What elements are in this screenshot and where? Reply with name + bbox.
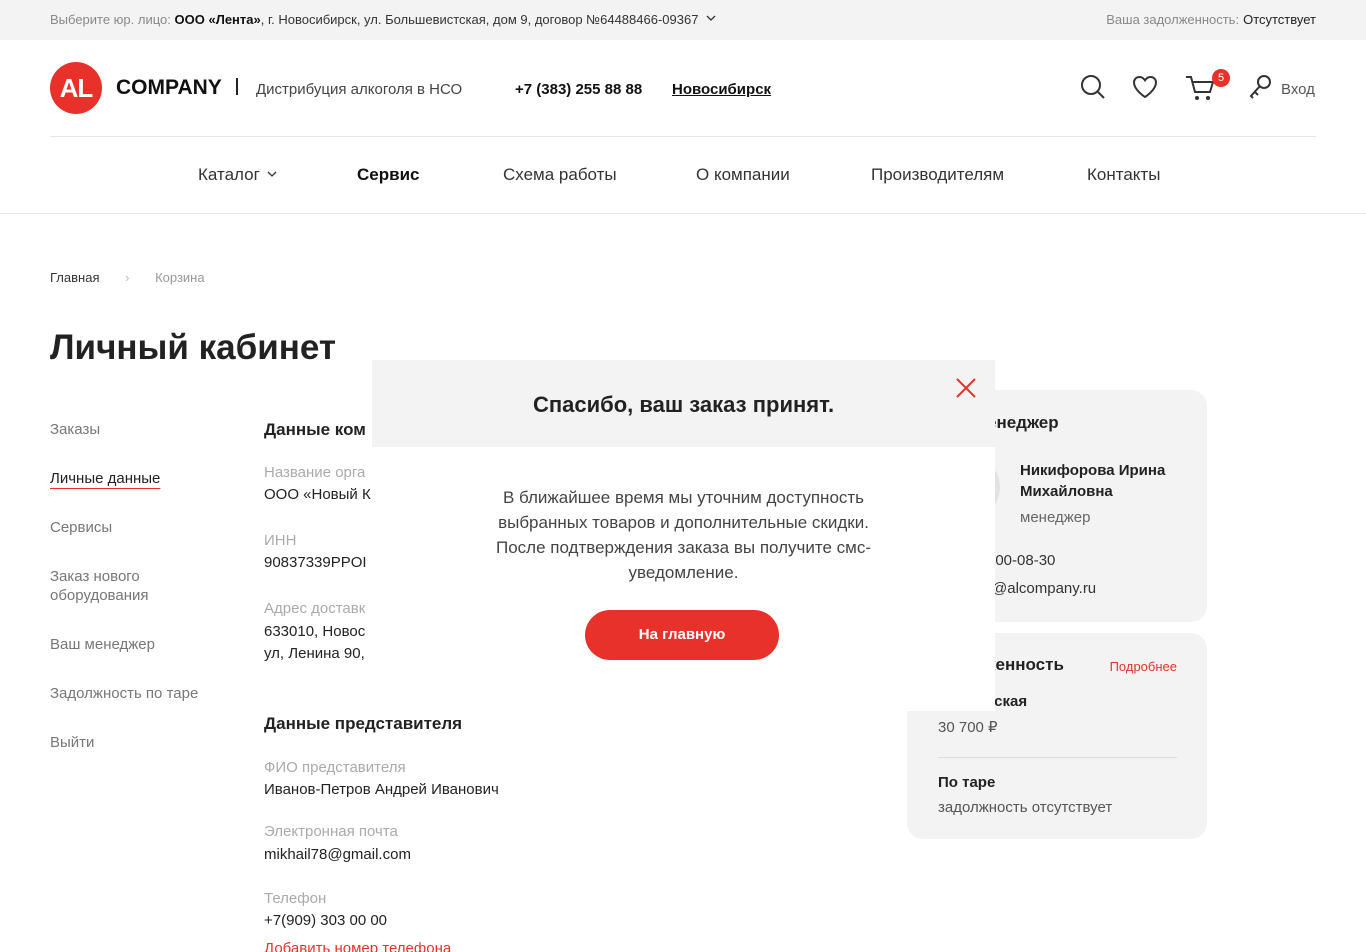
logo-mark[interactable]: AL bbox=[50, 62, 102, 114]
modal-title: Спасибо, ваш заказ принят. bbox=[532, 392, 835, 417]
address-label: Адрес доставк bbox=[264, 600, 366, 617]
logo-text[interactable]: COMPANY bbox=[116, 76, 222, 100]
rep-phone-label: Телефон bbox=[264, 890, 327, 907]
debt-label: Ваша задолженность: bbox=[1106, 12, 1240, 27]
debt-row-2-value: задолжность отсутствует bbox=[938, 799, 1113, 816]
add-phone-link[interactable]: Добавить номер телефона bbox=[264, 940, 451, 952]
header-divider bbox=[236, 78, 238, 95]
search-icon[interactable] bbox=[1080, 74, 1106, 100]
breadcrumb-current: Корзина bbox=[155, 270, 205, 285]
heart-icon[interactable] bbox=[1131, 74, 1159, 100]
inn-label: ИНН bbox=[264, 532, 297, 549]
sidebar-item-manager[interactable]: Ваш менеджер bbox=[50, 635, 230, 654]
address-line-1: 633010, Новос bbox=[264, 623, 366, 640]
debt-card-title: кенность bbox=[987, 655, 1064, 674]
nav-item-contacts[interactable]: Контакты bbox=[1087, 165, 1160, 185]
rep-phone-value: +7(909) 303 00 00 bbox=[264, 912, 388, 929]
rep-section-title: Данные представителя bbox=[264, 714, 463, 733]
sidebar-item-orders[interactable]: Заказы bbox=[50, 420, 230, 439]
close-icon[interactable] bbox=[954, 376, 978, 400]
manager-role: менеджер bbox=[1020, 509, 1091, 526]
rep-email-label: Электронная почта bbox=[264, 823, 398, 840]
debt-row-2-title: По таре bbox=[938, 774, 996, 791]
go-home-button[interactable]: На главную bbox=[585, 610, 779, 660]
rep-email-value: mikhail78@gmail.com bbox=[264, 846, 411, 863]
main-nav: Каталог Сервис Схема работы О компании П… bbox=[0, 137, 1366, 214]
chevron-right-icon: › bbox=[125, 270, 130, 285]
rep-name-label: ФИО представителя bbox=[264, 759, 406, 776]
manager-phone[interactable]: 900-08-30 bbox=[987, 552, 1055, 569]
login-link[interactable]: Вход bbox=[1281, 81, 1315, 98]
org-name-value: ООО «Новый К bbox=[264, 486, 371, 503]
card-divider bbox=[938, 757, 1177, 758]
nav-item-about[interactable]: О компании bbox=[696, 165, 790, 185]
company-section-title: Данные ком bbox=[264, 420, 366, 439]
manager-card-title: енеджер bbox=[987, 413, 1059, 432]
debt-status: Ваша задолженность: Отсутствует bbox=[1106, 12, 1316, 27]
page-title: Личный кабинет bbox=[50, 328, 337, 367]
sidebar-item-personal-data[interactable]: Личные данные bbox=[50, 469, 230, 488]
account-sidebar: Заказы Личные данные Сервисы Заказ новог… bbox=[50, 420, 230, 782]
chevron-down-icon bbox=[706, 15, 716, 21]
debt-details-link[interactable]: Подробнее bbox=[1110, 659, 1177, 674]
breadcrumb: Главная › Корзина bbox=[50, 270, 205, 285]
org-name-label: Название орга bbox=[264, 464, 366, 481]
address-line-2: ул, Ленина 90, bbox=[264, 645, 365, 662]
sidebar-item-logout[interactable]: Выйти bbox=[50, 733, 230, 752]
modal-message: В ближайшее время мы уточним доступность… bbox=[495, 488, 872, 582]
sidebar-item-new-equipment[interactable]: Заказ нового оборудования bbox=[50, 567, 180, 605]
key-icon[interactable] bbox=[1249, 74, 1273, 100]
manager-name: Никифорова Ирина Михайловна bbox=[1020, 462, 1166, 500]
nav-item-producers[interactable]: Производителям bbox=[871, 165, 1004, 185]
entity-details: , г. Новосибирск, ул. Большевистская, до… bbox=[260, 12, 699, 27]
nav-item-label: Каталог bbox=[198, 165, 260, 184]
breadcrumb-home[interactable]: Главная bbox=[50, 270, 99, 285]
nav-item-service[interactable]: Сервис bbox=[357, 165, 419, 185]
nav-item-scheme[interactable]: Схема работы bbox=[503, 165, 617, 185]
legal-entity-selector[interactable]: Выберите юр. лицо: ООО «Лента», г. Новос… bbox=[50, 12, 716, 27]
cart-count-badge: 5 bbox=[1212, 69, 1230, 87]
inn-value: 90837339PPOI bbox=[264, 554, 367, 571]
city-selector[interactable]: Новосибирск bbox=[672, 81, 771, 98]
debt-row-1-value: 30 700 ₽ bbox=[938, 719, 998, 736]
entity-label: Выберите юр. лицо: bbox=[50, 12, 171, 27]
site-header: AL COMPANY Дистрибуция алкоголя в НСО +7… bbox=[50, 40, 1316, 137]
rep-name-value: Иванов-Петров Андрей Иванович bbox=[264, 781, 499, 798]
tagline: Дистрибуция алкоголя в НСО bbox=[256, 81, 463, 98]
sidebar-item-services[interactable]: Сервисы bbox=[50, 518, 230, 537]
chevron-down-icon bbox=[267, 171, 277, 177]
header-phone[interactable]: +7 (383) 255 88 88 bbox=[515, 81, 642, 98]
sidebar-item-tare-debt[interactable]: Задолжность по таре bbox=[50, 684, 230, 703]
manager-email[interactable]: )@alcompany.ru bbox=[987, 580, 1096, 597]
debt-value: Отсутствует bbox=[1243, 12, 1316, 27]
entity-name: ООО «Лента» bbox=[174, 12, 261, 27]
top-bar: Выберите юр. лицо: ООО «Лента», г. Новос… bbox=[0, 0, 1366, 40]
nav-item-catalog[interactable]: Каталог bbox=[198, 165, 277, 185]
order-confirmation-modal: Спасибо, ваш заказ принят. В ближайшее в… bbox=[372, 360, 995, 711]
